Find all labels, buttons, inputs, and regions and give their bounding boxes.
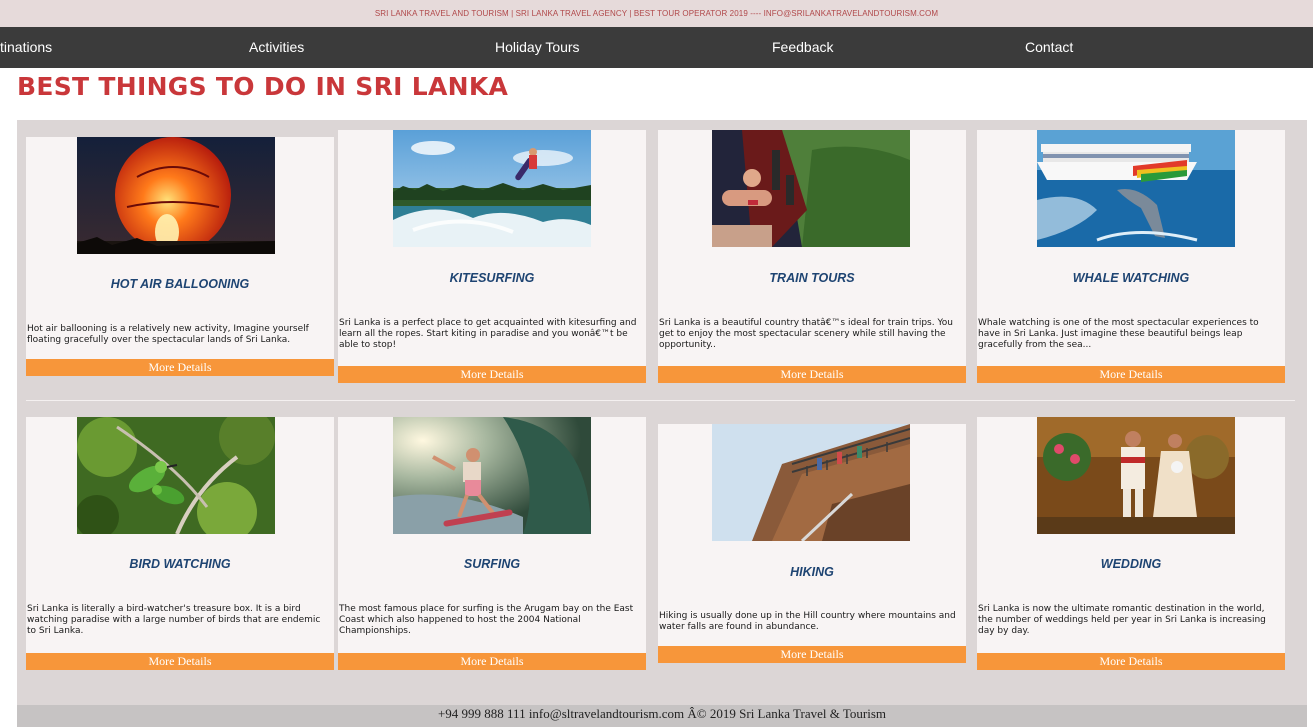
more-details-button[interactable]: More Details	[338, 366, 646, 383]
nav-item-holiday-tours[interactable]: Holiday Tours	[495, 27, 580, 68]
footer: +94 999 888 111 info@sltravelandtourism.…	[17, 705, 1307, 727]
card-title: WEDDING	[1100, 557, 1162, 571]
card-description: Hiking is usually done up in the Hill co…	[659, 611, 956, 632]
activity-card-kitesurfing: KITESURFING Sri Lanka is a perfect place…	[338, 130, 646, 383]
activity-card-hiking: HIKING Hiking is usually done up in the …	[658, 424, 966, 663]
whale-boat-photo	[1037, 130, 1235, 247]
train-photo	[712, 130, 910, 247]
activity-card-bird-watching: BIRD WATCHING Sri Lanka is literally a b…	[26, 417, 334, 670]
nav-item-contact[interactable]: Contact	[1025, 27, 1073, 68]
top-info-bar: SRI LANKA TRAVEL AND TOURISM | SRI LANKA…	[0, 0, 1313, 27]
hot-air-balloon-photo	[77, 137, 275, 254]
more-details-button[interactable]: More Details	[658, 646, 966, 663]
kitesurfer-photo	[393, 130, 591, 247]
page-title: BEST THINGS TO DO IN SRI LANKA	[17, 72, 509, 101]
rock-staircase-photo	[712, 424, 910, 541]
surfer-wave-photo	[393, 417, 591, 534]
row-divider	[26, 400, 1295, 401]
more-details-button[interactable]: More Details	[977, 366, 1285, 383]
card-description: Sri Lanka is literally a bird-watcher's …	[27, 604, 321, 636]
activity-card-hot-air-ballooning: HOT AIR BALLOONING Hot air ballooning is…	[26, 137, 334, 376]
activity-card-train-tours: TRAIN TOURS Sri Lanka is a beautiful cou…	[658, 130, 966, 383]
more-details-button[interactable]: More Details	[338, 653, 646, 670]
main-nav: tinations Activities Holiday Tours Feedb…	[0, 27, 1313, 68]
card-title: HOT AIR BALLOONING	[110, 277, 250, 291]
nav-item-activities[interactable]: Activities	[249, 27, 304, 68]
activity-card-whale-watching: WHALE WATCHING Whale watching is one of …	[977, 130, 1285, 383]
more-details-button[interactable]: More Details	[977, 653, 1285, 670]
more-details-button[interactable]: More Details	[658, 366, 966, 383]
card-description: The most famous place for surfing is the…	[339, 604, 634, 636]
nav-item-destinations[interactable]: tinations	[0, 27, 52, 68]
activity-card-wedding: WEDDING Sri Lanka is now the ultimate ro…	[977, 417, 1285, 670]
nav-item-feedback[interactable]: Feedback	[772, 27, 833, 68]
card-description: Hot air ballooning is a relatively new a…	[27, 324, 309, 345]
card-description: Sri Lanka is now the ultimate romantic d…	[978, 604, 1266, 636]
bee-eater-bird-photo	[77, 417, 275, 534]
activity-card-surfing: SURFING The most famous place for surfin…	[338, 417, 646, 670]
card-title: HIKING	[790, 565, 834, 579]
card-description: Sri Lanka is a perfect place to get acqu…	[339, 318, 637, 350]
card-description: Whale watching is one of the most specta…	[978, 318, 1259, 350]
card-description: Sri Lanka is a beautiful country thatâ€™…	[659, 318, 953, 350]
wedding-couple-photo	[1037, 417, 1235, 534]
more-details-button[interactable]: More Details	[26, 653, 334, 670]
card-title: WHALE WATCHING	[1072, 271, 1190, 285]
card-title: BIRD WATCHING	[129, 557, 231, 571]
card-title: TRAIN TOURS	[769, 271, 855, 285]
card-title: KITESURFING	[449, 271, 535, 285]
card-title: SURFING	[463, 557, 521, 571]
more-details-button[interactable]: More Details	[26, 359, 334, 376]
